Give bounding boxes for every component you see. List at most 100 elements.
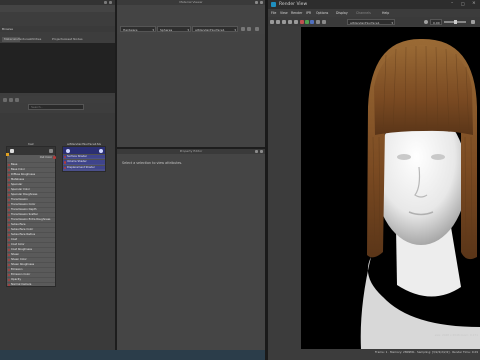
shader-attribute-row[interactable]: Subsurface Radius xyxy=(7,232,55,237)
material-browser[interactable] xyxy=(0,43,115,93)
input-port[interactable] xyxy=(7,258,11,262)
float-icon[interactable] xyxy=(104,0,107,4)
tab-asset-nodes[interactable]: Asset Nodes xyxy=(62,37,85,42)
menu-options[interactable]: Options xyxy=(316,11,328,15)
render-icon[interactable] xyxy=(270,19,274,24)
input-port[interactable] xyxy=(7,198,11,202)
maximize-icon[interactable]: □ xyxy=(461,1,465,6)
shader-attribute-row[interactable]: Sheen xyxy=(7,252,55,257)
exposure-slider-handle[interactable] xyxy=(454,19,457,24)
input-port[interactable] xyxy=(7,173,11,177)
input-port[interactable] xyxy=(63,166,67,170)
shader-attribute-row[interactable]: Transmission Extra Roughness xyxy=(7,217,55,222)
color-g-icon[interactable] xyxy=(305,19,309,24)
viewer-float-icon[interactable] xyxy=(255,0,258,4)
menu-channels[interactable]: Channels xyxy=(356,11,371,15)
input-port[interactable] xyxy=(7,178,11,182)
search-input[interactable] xyxy=(28,104,84,110)
input-port[interactable] xyxy=(7,278,11,282)
snapshot-icon[interactable] xyxy=(294,19,298,24)
shader-attribute-row[interactable]: Emission xyxy=(7,267,55,272)
alpha-icon[interactable] xyxy=(316,19,320,24)
input-port[interactable] xyxy=(7,248,11,252)
gamma-icon[interactable] xyxy=(471,19,475,24)
menu-file[interactable]: File xyxy=(271,11,276,15)
input-port[interactable] xyxy=(7,163,11,167)
input-port[interactable] xyxy=(7,238,11,242)
sg-options-icon[interactable] xyxy=(99,148,103,153)
shader-attribute-row[interactable]: Specular Roughness xyxy=(7,192,55,197)
graph-toolbar-icon-3[interactable] xyxy=(15,97,19,102)
input-port[interactable] xyxy=(7,283,11,287)
sg-attribute-row[interactable]: Surface Shader xyxy=(63,154,105,159)
shader-attribute-row[interactable]: Coat Roughness xyxy=(7,247,55,252)
shader-node[interactable]: hair Out Color Base Base Color Diffuse Rou… xyxy=(6,142,56,287)
input-port[interactable] xyxy=(7,268,11,272)
input-port[interactable] xyxy=(7,208,11,212)
input-port[interactable] xyxy=(7,203,11,207)
input-port[interactable] xyxy=(7,223,11,227)
input-port[interactable] xyxy=(7,253,11,257)
shader-attribute-row[interactable]: Diffuse Roughness xyxy=(7,172,55,177)
input-port[interactable] xyxy=(7,218,11,222)
prop-float-icon[interactable] xyxy=(255,149,258,153)
browse-tab-label[interactable]: Browse xyxy=(2,27,13,31)
shader-attribute-row[interactable]: Coat Color xyxy=(7,242,55,247)
region-icon[interactable] xyxy=(288,19,292,24)
menu-view[interactable]: View xyxy=(280,11,288,15)
input-port[interactable] xyxy=(7,213,11,217)
graph-toolbar-icon-2[interactable] xyxy=(9,97,13,102)
prop-close-icon[interactable] xyxy=(260,149,263,153)
shader-attribute-row[interactable]: Subsurface Color xyxy=(7,227,55,232)
material-viewer-canvas[interactable] xyxy=(117,34,265,147)
shader-attribute-row[interactable]: Metalness xyxy=(7,177,55,182)
shader-attribute-row[interactable]: Normal Camera xyxy=(7,282,55,287)
input-port[interactable] xyxy=(7,228,11,232)
shader-attribute-row[interactable]: Transmission Scatter xyxy=(7,212,55,217)
graph-toolbar-icon-1[interactable] xyxy=(3,97,7,102)
color-rgb-icon[interactable] xyxy=(300,19,304,24)
menu-render[interactable]: Render xyxy=(291,11,302,15)
zoom-icon[interactable] xyxy=(322,19,326,24)
out-color-port[interactable] xyxy=(53,156,56,159)
camera-select[interactable]: aiStandardSurface1 ▾ xyxy=(347,18,395,25)
shader-attribute-row[interactable]: Base xyxy=(7,162,55,167)
shader-attribute-row[interactable]: Base Color xyxy=(7,167,55,172)
input-port[interactable] xyxy=(7,183,11,187)
shader-attribute-row[interactable]: Emission Color xyxy=(7,272,55,277)
shader-attribute-row[interactable]: Opacity xyxy=(7,277,55,282)
object-select[interactable]: Spheres ▾ xyxy=(157,26,191,32)
material-select[interactable]: aiStandardSurface1 ▾ xyxy=(192,26,238,32)
sg-node[interactable]: aiStandardSurface1SG Surface Shader Volum… xyxy=(62,142,106,172)
shader-attribute-row[interactable]: Sheen Roughness xyxy=(7,262,55,267)
shader-attribute-row[interactable]: Transmission Color xyxy=(7,202,55,207)
sg-attribute-row[interactable]: Volume Shader xyxy=(63,159,105,164)
shader-attribute-row[interactable]: Sheen Color xyxy=(7,257,55,262)
viewer-pause-icon[interactable] xyxy=(241,27,245,31)
input-port-marker[interactable] xyxy=(6,153,9,156)
input-port[interactable] xyxy=(7,193,11,197)
shader-attribute-row[interactable]: Specular xyxy=(7,182,55,187)
render-viewport[interactable] xyxy=(301,27,480,349)
shader-attribute-row[interactable]: Transmission xyxy=(7,197,55,202)
input-port[interactable] xyxy=(7,263,11,267)
color-b-icon[interactable] xyxy=(310,19,314,24)
menu-help[interactable]: Help xyxy=(382,11,389,15)
renderer-select[interactable]: Hardware ▾ xyxy=(120,26,156,32)
input-port[interactable] xyxy=(7,168,11,172)
shader-attribute-row[interactable]: Subsurface xyxy=(7,222,55,227)
viewer-settings-icon[interactable] xyxy=(255,27,259,31)
close-window-icon[interactable]: × xyxy=(472,1,476,6)
tab-utilities[interactable]: Utilities xyxy=(28,37,43,42)
shader-attribute-row[interactable]: Coat xyxy=(7,237,55,242)
input-port[interactable] xyxy=(7,233,11,237)
exposure-input[interactable]: 0.00 xyxy=(430,18,442,25)
input-port[interactable] xyxy=(63,155,67,159)
node-options-icon[interactable] xyxy=(49,149,53,153)
viewer-close-icon[interactable] xyxy=(260,0,263,4)
sg-attribute-row[interactable]: Displacement Shader xyxy=(63,164,105,170)
minimize-icon[interactable]: – xyxy=(451,1,453,6)
menu-display[interactable]: Display xyxy=(336,11,348,15)
refresh-icon[interactable] xyxy=(282,19,286,24)
input-port[interactable] xyxy=(7,188,11,192)
